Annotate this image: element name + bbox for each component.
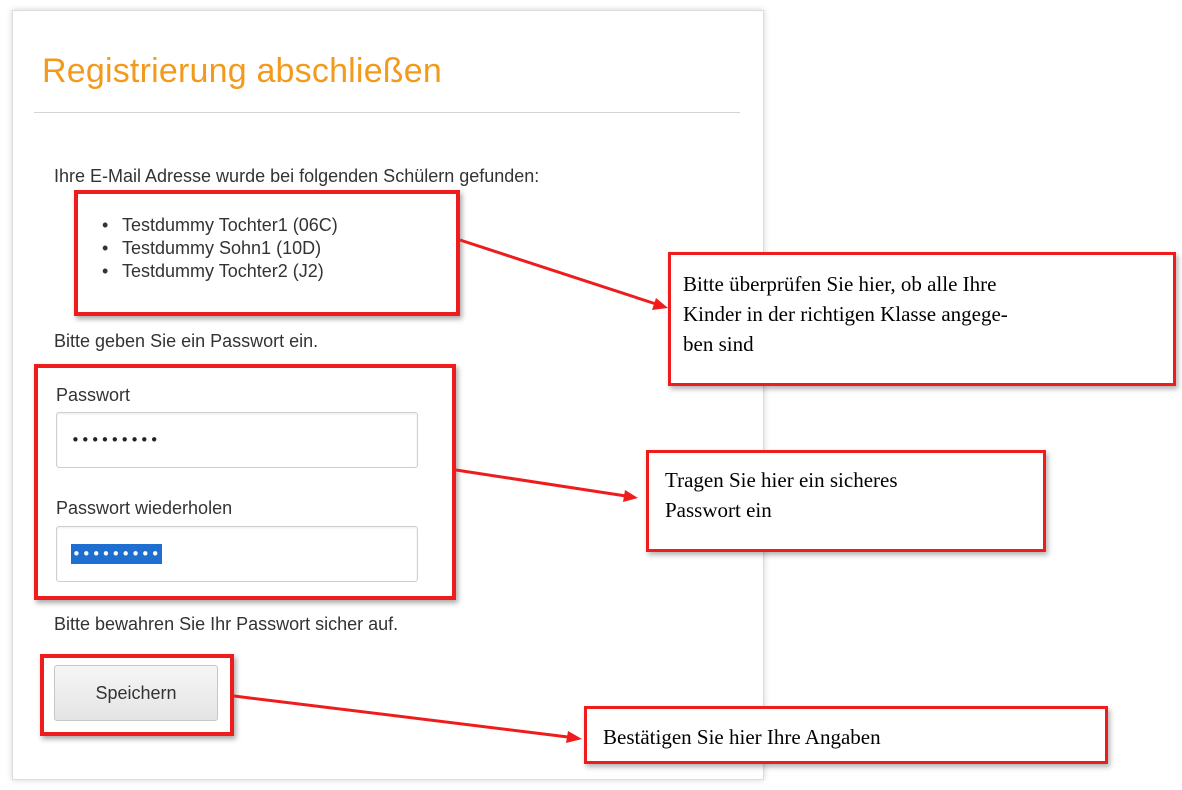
arrow-head <box>566 731 582 743</box>
callout-line: Bitte überprüfen Sie hier, ob alle Ihre <box>683 272 997 296</box>
arrow-line <box>233 694 569 739</box>
callout-line: Tragen Sie hier ein sicheres <box>665 468 898 492</box>
callout-line: Bestätigen Sie hier Ihre Angaben <box>603 725 881 749</box>
annotation-arrows <box>233 238 668 743</box>
arrow-line <box>455 468 627 498</box>
password-callout: Tragen Sie hier ein sicheres Passwort ei… <box>646 450 1046 552</box>
callout-line: ben sind <box>683 332 754 356</box>
students-callout: Bitte überprüfen Sie hier, ob alle Ihre … <box>668 252 1176 386</box>
arrow-line <box>459 238 657 306</box>
arrow-head <box>652 298 668 310</box>
arrow-head <box>623 490 638 502</box>
callout-line: Kinder in der richtigen Klasse angege- <box>683 302 1008 326</box>
confirm-callout: Bestätigen Sie hier Ihre Angaben <box>584 706 1108 764</box>
callout-line: Passwort ein <box>665 498 772 522</box>
